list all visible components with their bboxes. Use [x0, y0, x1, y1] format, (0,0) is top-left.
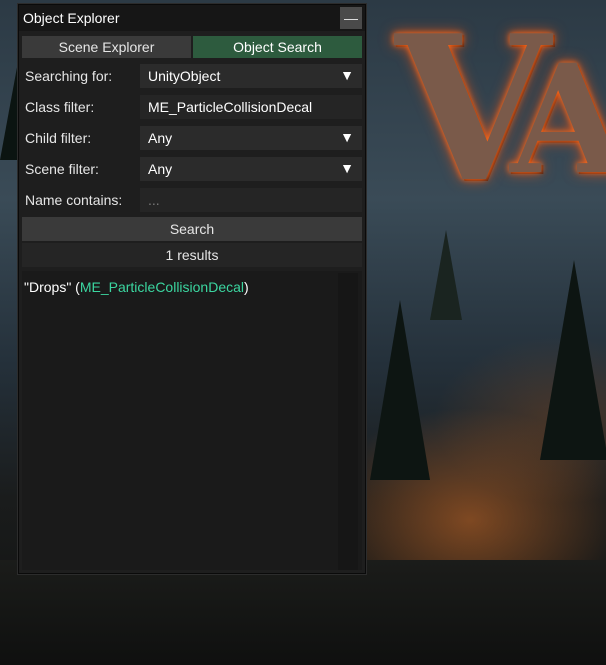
result-close-paren: ) [244, 279, 249, 295]
class-filter-row: Class filter: ME_ParticleCollisionDecal [22, 93, 362, 120]
child-filter-label: Child filter: [25, 129, 92, 146]
result-name: "Drops" ( [24, 279, 80, 295]
class-filter-label: Class filter: [25, 98, 95, 115]
class-filter-input[interactable]: ME_ParticleCollisionDecal [140, 94, 362, 119]
searching-for-dropdown[interactable]: UnityObject ▼ [140, 63, 362, 88]
results-list: "Drops" (ME_ParticleCollisionDecal) [22, 271, 362, 570]
name-contains-input[interactable]: ... [140, 187, 362, 212]
list-item[interactable]: "Drops" (ME_ParticleCollisionDecal) [22, 271, 362, 295]
child-filter-row: Child filter: Any ▼ [22, 124, 362, 151]
dropdown-arrow-icon: ▼ [340, 66, 354, 83]
child-filter-value: Any [148, 129, 173, 146]
scene-filter-value: Any [148, 160, 173, 177]
dropdown-arrow-icon: ▼ [340, 128, 354, 145]
tab-bar: Scene Explorer Object Search [22, 36, 362, 58]
search-button[interactable]: Search [22, 217, 362, 241]
searching-for-row: Searching for: UnityObject ▼ [22, 62, 362, 89]
scene-filter-row: Scene filter: Any ▼ [22, 155, 362, 182]
tab-scene-explorer[interactable]: Scene Explorer [22, 36, 191, 58]
ground [0, 560, 606, 665]
class-filter-value: ME_ParticleCollisionDecal [148, 98, 313, 115]
results-scrollbar[interactable] [338, 273, 358, 570]
window-title: Object Explorer [23, 10, 120, 26]
tree-silhouette [430, 230, 462, 320]
results-count: 1 results [22, 243, 362, 267]
child-filter-dropdown[interactable]: Any ▼ [140, 125, 362, 150]
object-explorer-window: Object Explorer — Scene Explorer Object … [18, 4, 366, 574]
minimize-button[interactable]: — [340, 7, 362, 29]
logo-letter-a: A [510, 32, 606, 208]
searching-for-label: Searching for: [25, 67, 113, 84]
name-contains-placeholder: ... [148, 191, 160, 208]
scene-filter-label: Scene filter: [25, 160, 99, 177]
name-contains-row: Name contains: ... [22, 186, 362, 213]
name-contains-label: Name contains: [25, 191, 123, 208]
dropdown-arrow-icon: ▼ [340, 159, 354, 176]
result-type-link[interactable]: ME_ParticleCollisionDecal [80, 279, 244, 295]
tab-object-search[interactable]: Object Search [193, 36, 362, 58]
tree-silhouette [370, 300, 430, 480]
searching-for-value: UnityObject [148, 67, 221, 84]
tree-silhouette [540, 260, 606, 460]
window-titlebar[interactable]: Object Explorer — [19, 5, 365, 31]
scene-filter-dropdown[interactable]: Any ▼ [140, 156, 362, 181]
